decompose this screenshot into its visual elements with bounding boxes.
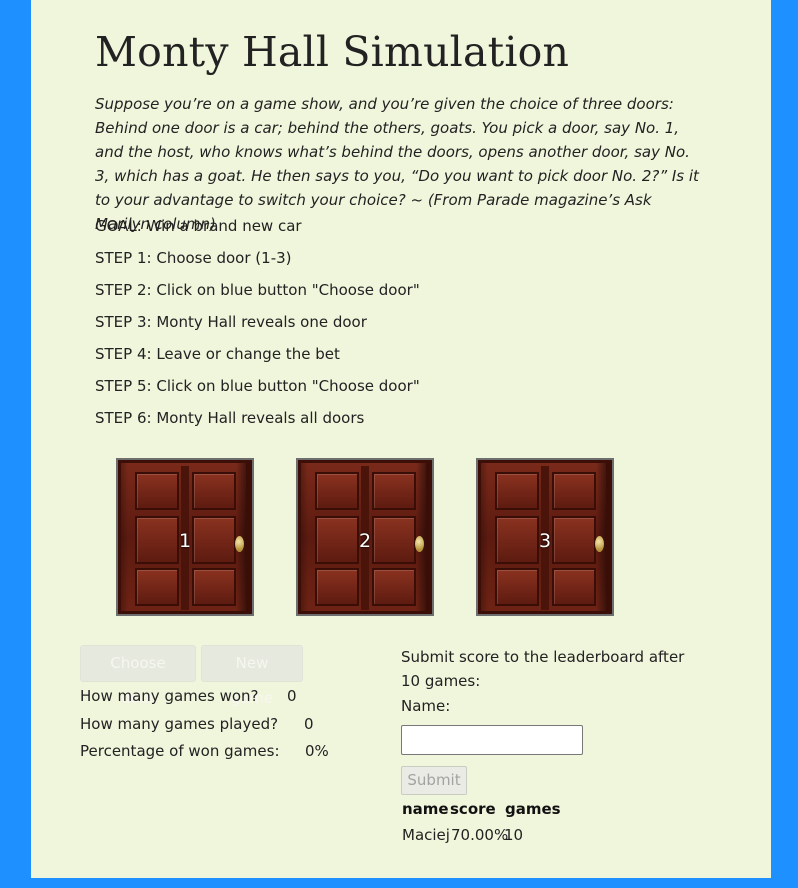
leaderboard-header-games: games (505, 800, 561, 818)
door-panel (495, 568, 539, 606)
leaderboard-cell-name: Maciej (402, 826, 450, 844)
door-panel (192, 472, 236, 510)
door-panel (552, 472, 596, 510)
win-percentage-value: 0% (305, 742, 329, 760)
leaderboard-header-name: name (402, 800, 449, 818)
leaderboard-cell-games: 10 (504, 826, 524, 844)
new-game-button[interactable]: New game (201, 645, 303, 707)
step-2-text: STEP 2: Click on blue button "Choose doo… (95, 281, 420, 299)
door-panel (315, 472, 359, 510)
door-number: 3 (538, 530, 552, 552)
choose-door-button[interactable]: Choose door (80, 645, 196, 707)
door-panel (135, 472, 179, 510)
name-label: Name: (401, 697, 451, 715)
door-3[interactable]: 3 (476, 458, 614, 616)
intro-quote: Suppose you’re on a game show, and you’r… (95, 95, 699, 233)
games-played-label: How many games played? (80, 715, 279, 733)
door-panel (372, 568, 416, 606)
step-1-text: STEP 1: Choose door (1-3) (95, 249, 292, 267)
name-input[interactable] (401, 725, 583, 755)
door-number: 1 (178, 530, 192, 552)
leaderboard-header-score: score (450, 800, 496, 818)
door-panel (372, 472, 416, 510)
leaderboard-prompt: Submit score to the leaderboard after 10… (401, 648, 685, 690)
win-percentage-label: Percentage of won games: (80, 742, 280, 760)
games-played-value: 0 (304, 715, 314, 733)
goal-text: GOAL: Win a brand new car (95, 217, 302, 235)
door-panel (315, 568, 359, 606)
step-3-text: STEP 3: Monty Hall reveals one door (95, 313, 367, 331)
games-won-label: How many games won? (80, 687, 259, 705)
door-number: 2 (358, 530, 372, 552)
submit-button[interactable]: Submit (401, 766, 467, 795)
door-panel (135, 568, 179, 606)
door-panel (495, 472, 539, 510)
step-5-text: STEP 5: Click on blue button "Choose doo… (95, 377, 420, 395)
door-panel (552, 568, 596, 606)
door-2[interactable]: 2 (296, 458, 434, 616)
step-4-text: STEP 4: Leave or change the bet (95, 345, 340, 363)
step-6-text: STEP 6: Monty Hall reveals all doors (95, 409, 365, 427)
leaderboard-cell-score: 70.00% (451, 826, 509, 844)
games-won-value: 0 (287, 687, 297, 705)
door-1[interactable]: 1 (116, 458, 254, 616)
page-title: Monty Hall Simulation (95, 28, 570, 76)
door-panel (192, 568, 236, 606)
